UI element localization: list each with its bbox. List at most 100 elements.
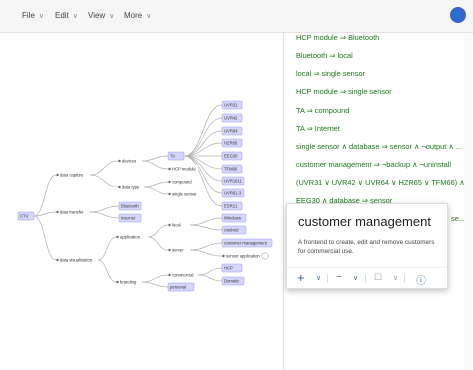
tree-node-label: sensor application — [226, 254, 260, 259]
rule-item[interactable]: local ⇒ single sensor — [296, 69, 365, 78]
info-icon[interactable]: ⓘ — [416, 272, 426, 287]
scrollbar[interactable] — [464, 33, 472, 370]
tree-node-root[interactable]: CTV — [17, 211, 35, 221]
tree-node-esr21[interactable]: ESR21 — [221, 201, 243, 211]
tree-node-dometic[interactable]: Dometic — [221, 276, 245, 286]
chevron-down-icon[interactable]: ∨ — [393, 274, 398, 282]
tree-node-label: branding — [120, 280, 137, 285]
node-handle[interactable] — [168, 223, 171, 227]
tree-node-application[interactable]: application — [116, 233, 148, 241]
chevron-down-icon[interactable]: ∨ — [353, 274, 358, 282]
tree-node-single-sensor[interactable]: single sensor — [168, 190, 200, 198]
rule-item[interactable]: TA ⇒ Internet — [296, 124, 340, 133]
rule-item[interactable]: single sensor ∧ database ⇒ sensor ∧ ¬out… — [296, 142, 462, 151]
tree-edge — [33, 174, 57, 217]
rule-item[interactable]: se... — [451, 214, 465, 223]
tree-node-label: application — [120, 235, 141, 240]
node-handle[interactable] — [222, 254, 225, 258]
node-handle[interactable] — [168, 180, 171, 184]
menu-edit-label: Edit — [55, 11, 69, 20]
tree-node-android[interactable]: Android — [221, 225, 247, 235]
tree-edge — [33, 215, 57, 261]
card-description: A frontend to create, edit and remove cu… — [298, 239, 435, 255]
node-info-icon[interactable] — [261, 252, 269, 260]
chevron-down-icon: ∨ — [72, 13, 78, 20]
node-handle[interactable] — [168, 167, 171, 171]
tree-edge — [189, 217, 223, 226]
rule-item[interactable]: Bluetooth ⇒ local — [296, 51, 353, 60]
tree-node-hcp[interactable]: HCP — [221, 263, 243, 273]
rule-item[interactable]: (UVR31 ∨ UVR42 ∨ UVR64 ∨ HZR65 ∨ TFM66) … — [296, 178, 471, 187]
tree-edge — [141, 274, 169, 283]
rule-item[interactable]: HCP module ⇒ single sensor — [296, 87, 392, 96]
rule-item[interactable]: HCP module ⇒ Bluetooth — [296, 33, 379, 42]
tree-node-ta[interactable]: TA — [167, 151, 185, 161]
tree-edge — [183, 155, 223, 194]
tree-node-customer-management[interactable]: customer management — [221, 238, 273, 248]
node-handle[interactable] — [56, 258, 59, 262]
chevron-down-icon[interactable]: ∨ — [316, 274, 321, 282]
tree-edge — [141, 155, 169, 162]
tree-node-commercial[interactable]: commercial — [168, 271, 198, 279]
tree-node-data-type[interactable]: data type — [118, 183, 144, 191]
tree-node-hzr65[interactable]: HZR65 — [221, 138, 243, 148]
card-title: customer management — [298, 214, 431, 229]
node-handle[interactable] — [168, 192, 171, 196]
panel-divider[interactable] — [283, 33, 284, 370]
tree-node-local[interactable]: local — [168, 221, 190, 229]
rule-item[interactable]: TA ⇒ compound — [296, 106, 349, 115]
tree-node-data-visualization[interactable]: data visualization — [56, 256, 98, 264]
tree-node-uvr61-3[interactable]: UVR61-3 — [221, 188, 245, 198]
tree-node-personal[interactable]: personal — [167, 282, 195, 292]
tree-node-label: Windows — [224, 216, 241, 221]
avatar[interactable]: 👤 — [450, 7, 466, 23]
card-toolbar: + ∨ − ∨ ☐ ∨ ⓘ — [287, 267, 447, 288]
menu-view[interactable]: View ∨ — [88, 11, 114, 20]
tree-node-internet[interactable]: Internet — [118, 213, 142, 223]
tree-node-eeg30[interactable]: EEG30 — [221, 151, 243, 161]
tree-node-tfm66[interactable]: TFM66 — [221, 164, 243, 174]
tree-node-uvr31[interactable]: UVR31 — [221, 100, 243, 110]
tree-node-bluetooth[interactable]: Bluetooth — [118, 201, 142, 211]
tree-node-server[interactable]: server — [168, 246, 190, 254]
tree-edge — [197, 274, 223, 282]
tree-node-uvr1611[interactable]: UVR1611 — [221, 176, 245, 186]
tree-node-hcp-module[interactable]: HCP module — [168, 165, 198, 173]
tree-node-windows[interactable]: Windows — [221, 213, 247, 223]
menu-edit[interactable]: Edit ∨ — [55, 11, 78, 20]
node-handle[interactable] — [56, 173, 59, 177]
tree-node-label: Dometic — [224, 279, 239, 284]
tree-node-uvr64[interactable]: UVR64 — [221, 126, 243, 136]
node-handle[interactable] — [56, 210, 59, 214]
tree-node-label: personal — [170, 285, 186, 290]
checkbox-icon[interactable]: ☐ — [374, 272, 382, 283]
add-icon[interactable]: + — [297, 270, 305, 285]
tree-node-devices[interactable]: devices — [118, 157, 142, 165]
tree-node-label: compound — [172, 180, 192, 185]
tree-edge — [147, 224, 169, 238]
node-handle[interactable] — [116, 280, 119, 284]
tree-node-label: data capture — [60, 173, 84, 178]
tree-node-data-capture[interactable]: data capture — [56, 171, 90, 179]
menu-file[interactable]: File ∨ — [22, 11, 44, 20]
rule-item[interactable]: customer management ⇒ ¬backup ∧ ¬uninsta… — [296, 160, 451, 169]
node-handle[interactable] — [116, 235, 119, 239]
tree-node-uvr42[interactable]: UVR42 — [221, 113, 243, 123]
node-handle[interactable] — [118, 185, 121, 189]
remove-icon[interactable]: − — [336, 272, 342, 283]
tree-node-sensor-application[interactable]: sensor application — [222, 252, 260, 260]
tree-node-branding[interactable]: branding — [116, 278, 142, 286]
node-handle[interactable] — [118, 159, 121, 163]
menu-more[interactable]: More ∨ — [124, 11, 151, 20]
tree-node-compound[interactable]: compound — [168, 178, 196, 186]
tree-node-label: data transfer — [60, 210, 84, 215]
tree-edge — [89, 160, 119, 176]
feature-tree: CTV data capture data transfer data visuali… — [0, 33, 283, 370]
tree-edge — [141, 160, 169, 170]
menu-more-label: More — [124, 11, 143, 20]
tree-node-label: Android — [224, 228, 239, 233]
feature-tree-canvas: CTV data capture data transfer data visuali… — [17, 100, 273, 292]
tree-node-data-transfer[interactable]: data transfer — [56, 208, 90, 216]
node-handle[interactable] — [168, 273, 171, 277]
node-handle[interactable] — [168, 248, 171, 252]
